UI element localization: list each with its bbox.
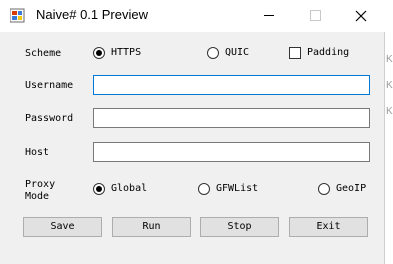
scheme-quic-label[interactable]: QUIC [225,47,249,59]
host-input[interactable] [93,142,370,162]
stop-button[interactable]: Stop [200,217,279,237]
run-button[interactable]: Run [112,217,191,237]
app-icon [9,8,26,24]
scheme-label: Scheme [25,48,62,59]
host-label: Host [25,147,50,158]
padding-label[interactable]: Padding [307,47,349,59]
password-label: Password [25,113,74,124]
proxy-global-label[interactable]: Global [111,183,147,195]
scheme-quic-radio[interactable] [207,47,219,59]
scheme-https-label[interactable]: HTTPS [111,47,141,59]
title-bar[interactable]: Naive# 0.1 Preview [0,0,385,32]
proxy-gfwlist-radio[interactable] [198,183,210,195]
proxy-mode-label-line1: Proxy [25,179,56,190]
minimize-icon[interactable] [246,0,292,32]
background-text-fragment: K [386,80,393,91]
username-label: Username [25,80,74,91]
proxy-gfwlist-label[interactable]: GFWList [216,183,258,195]
exit-button[interactable]: Exit [289,217,368,237]
background-text-fragment: K [386,106,393,117]
window-title: Naive# 0.1 Preview [36,7,148,22]
close-icon[interactable] [338,0,384,32]
scheme-https-radio[interactable] [93,47,105,59]
save-button[interactable]: Save [23,217,102,237]
username-input[interactable] [93,75,370,95]
proxy-geoip-radio[interactable] [318,183,330,195]
password-input[interactable] [93,108,370,128]
maximize-icon [292,0,338,32]
proxy-geoip-label[interactable]: GeoIP [336,183,366,195]
background-text-fragment: K [386,54,393,65]
proxy-mode-label-line2: Mode [25,191,50,202]
padding-checkbox[interactable] [289,47,301,59]
main-window: Naive# 0.1 Preview Scheme HTTPS QUIC Pad… [0,0,385,264]
proxy-global-radio[interactable] [93,183,105,195]
